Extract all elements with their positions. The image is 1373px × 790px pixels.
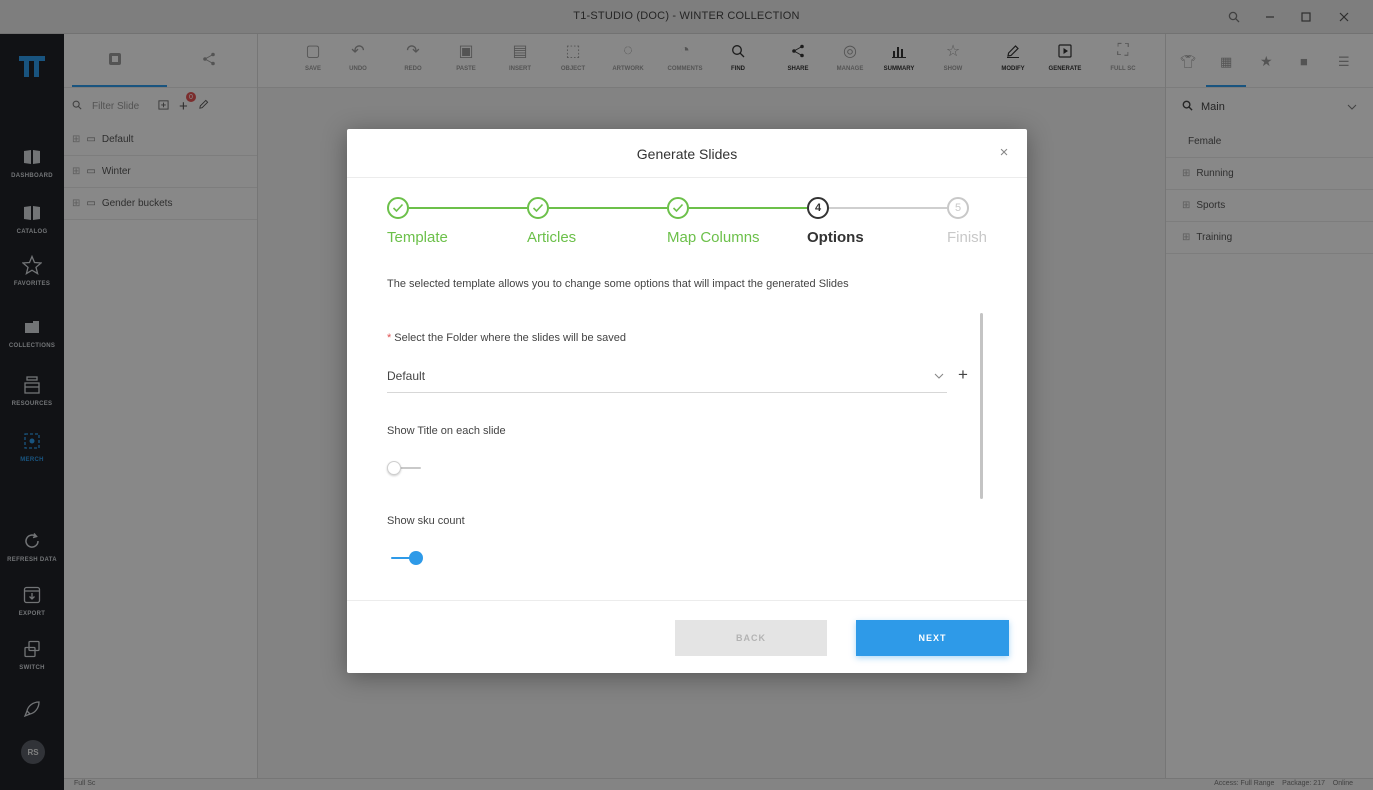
close-icon[interactable]: × [995, 143, 1013, 161]
dialog-footer-divider [347, 600, 1027, 601]
step-2-label: Articles [527, 229, 577, 246]
step-4-number: 4 [807, 197, 829, 219]
step-3-check-icon [667, 197, 689, 219]
folder-select-value: Default [387, 368, 426, 383]
step-connector [829, 207, 947, 209]
next-button[interactable]: NEXT [856, 620, 1009, 656]
generate-slides-dialog: Generate Slides × 4 5 Template Articles … [347, 129, 1027, 673]
step-5-label: Finish [947, 229, 988, 246]
show-title-label: Show Title on each slide [387, 425, 506, 437]
options-description: The selected template allows you to chan… [387, 278, 849, 290]
required-marker: * [387, 332, 392, 344]
dialog-title: Generate Slides [636, 146, 738, 162]
chevron-down-icon[interactable] [931, 368, 947, 384]
show-title-toggle[interactable] [387, 458, 425, 478]
step-1-label: Template [387, 229, 448, 246]
step-4-label: Options [807, 229, 864, 246]
dialog-scrollbar[interactable] [980, 313, 983, 499]
folder-field-label-text: Select the Folder where the slides will … [394, 332, 627, 344]
back-button[interactable]: BACK [675, 620, 827, 656]
step-connector [549, 207, 667, 209]
folder-select[interactable]: Default [387, 359, 947, 393]
step-connector [689, 207, 807, 209]
folder-field-label: * Select the Folder where the slides will… [387, 332, 626, 344]
dialog-header-divider [347, 177, 1027, 178]
toggle-knob [387, 461, 401, 475]
step-2-check-icon [527, 197, 549, 219]
step-connector [409, 207, 527, 209]
toggle-knob [409, 551, 423, 565]
show-sku-count-label: Show sku count [387, 515, 465, 527]
wizard-stepper: 4 5 Template Articles Map Columns Option… [387, 197, 987, 249]
step-1-check-icon [387, 197, 409, 219]
step-5-number: 5 [947, 197, 969, 219]
show-sku-count-toggle[interactable] [387, 548, 425, 568]
add-folder-button[interactable]: + [953, 365, 973, 385]
step-3-label: Map Columns [667, 229, 760, 246]
